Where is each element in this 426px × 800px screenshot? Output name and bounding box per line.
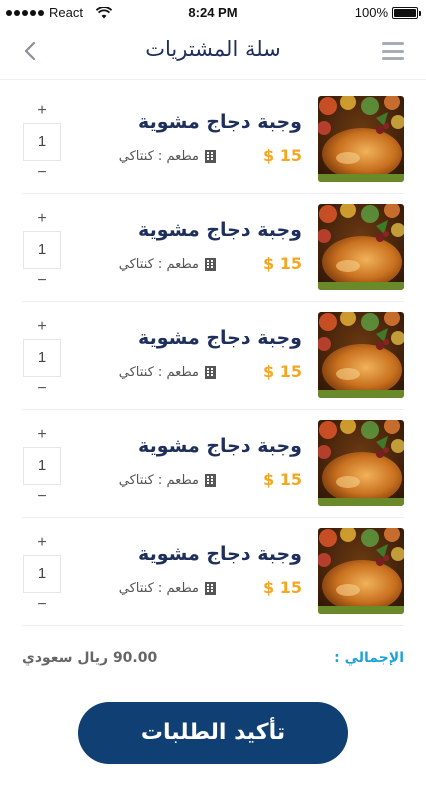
cart-item: وجبة دجاج مشوية 15 $ مطعم : كنتاكي + 1 −: [22, 410, 404, 518]
total-row: الإجمالي : 90.00 ريال سعودي: [22, 648, 404, 672]
cart-item: وجبة دجاج مشوية 15 $ مطعم : كنتاكي + 1 −: [22, 302, 404, 410]
building-icon: [205, 366, 216, 379]
item-title: وجبة دجاج مشوية: [138, 219, 302, 241]
item-price: 15 $: [263, 146, 302, 165]
cart-item: وجبة دجاج مشوية 15 $ مطعم : كنتاكي + 1 −: [22, 518, 404, 626]
restaurant-name: مطعم : كنتاكي: [118, 581, 199, 596]
battery-icon: [392, 6, 421, 19]
confirm-orders-button[interactable]: تأكيد الطلبات: [78, 702, 348, 764]
item-price: 15 $: [263, 578, 302, 597]
building-icon: [205, 258, 216, 271]
increase-quantity-button[interactable]: +: [22, 534, 62, 552]
quantity-stepper: + 1 −: [22, 210, 62, 290]
item-title: وجبة دجاج مشوية: [138, 111, 302, 133]
building-icon: [205, 150, 216, 163]
building-icon: [205, 582, 216, 595]
quantity-stepper: + 1 −: [22, 426, 62, 506]
quantity-field[interactable]: 1: [23, 231, 61, 269]
restaurant-name: مطعم : كنتاكي: [118, 149, 199, 164]
decrease-quantity-button[interactable]: −: [22, 488, 62, 506]
increase-quantity-button[interactable]: +: [22, 426, 62, 444]
item-image: [318, 96, 404, 182]
page-title: سلة المشتريات: [145, 37, 281, 61]
quantity-stepper: + 1 −: [22, 102, 62, 182]
decrease-quantity-button[interactable]: −: [22, 164, 62, 182]
item-title: وجبة دجاج مشوية: [138, 435, 302, 457]
item-restaurant: مطعم : كنتاكي: [119, 365, 216, 380]
item-price: 15 $: [263, 470, 302, 489]
quantity-field[interactable]: 1: [23, 447, 61, 485]
item-price: 15 $: [263, 362, 302, 381]
item-image: [318, 420, 404, 506]
item-image: [318, 528, 404, 614]
menu-button[interactable]: [382, 42, 404, 60]
total-value: 90.00 ريال سعودي: [22, 650, 158, 666]
item-restaurant: مطعم : كنتاكي: [119, 473, 216, 488]
quantity-stepper: + 1 −: [22, 534, 62, 614]
quantity-field[interactable]: 1: [23, 555, 61, 593]
battery-percent: 100%: [354, 5, 388, 20]
item-restaurant: مطعم : كنتاكي: [119, 581, 216, 596]
restaurant-name: مطعم : كنتاكي: [118, 257, 199, 272]
quantity-field[interactable]: 1: [23, 339, 61, 377]
app-header: سلة المشتريات: [0, 26, 426, 80]
quantity-stepper: + 1 −: [22, 318, 62, 398]
restaurant-name: مطعم : كنتاكي: [118, 365, 199, 380]
status-bar: React 8:24 PM 100%: [0, 0, 426, 26]
restaurant-name: مطعم : كنتاكي: [118, 473, 199, 488]
decrease-quantity-button[interactable]: −: [22, 272, 62, 290]
cart-item: وجبة دجاج مشوية 15 $ مطعم : كنتاكي + 1 −: [22, 86, 404, 194]
item-title: وجبة دجاج مشوية: [138, 327, 302, 349]
increase-quantity-button[interactable]: +: [22, 318, 62, 336]
total-label: الإجمالي :: [334, 650, 404, 666]
item-restaurant: مطعم : كنتاكي: [119, 257, 216, 272]
decrease-quantity-button[interactable]: −: [22, 596, 62, 614]
decrease-quantity-button[interactable]: −: [22, 380, 62, 398]
increase-quantity-button[interactable]: +: [22, 210, 62, 228]
building-icon: [205, 474, 216, 487]
item-price: 15 $: [263, 254, 302, 273]
item-image: [318, 204, 404, 290]
quantity-field[interactable]: 1: [23, 123, 61, 161]
item-image: [318, 312, 404, 398]
status-right: 100%: [354, 5, 421, 20]
item-restaurant: مطعم : كنتاكي: [119, 149, 216, 164]
increase-quantity-button[interactable]: +: [22, 102, 62, 120]
cart-list: وجبة دجاج مشوية 15 $ مطعم : كنتاكي + 1 −…: [22, 86, 404, 626]
item-title: وجبة دجاج مشوية: [138, 543, 302, 565]
hamburger-menu-icon: [382, 42, 404, 45]
cart-item: وجبة دجاج مشوية 15 $ مطعم : كنتاكي + 1 −: [22, 194, 404, 302]
